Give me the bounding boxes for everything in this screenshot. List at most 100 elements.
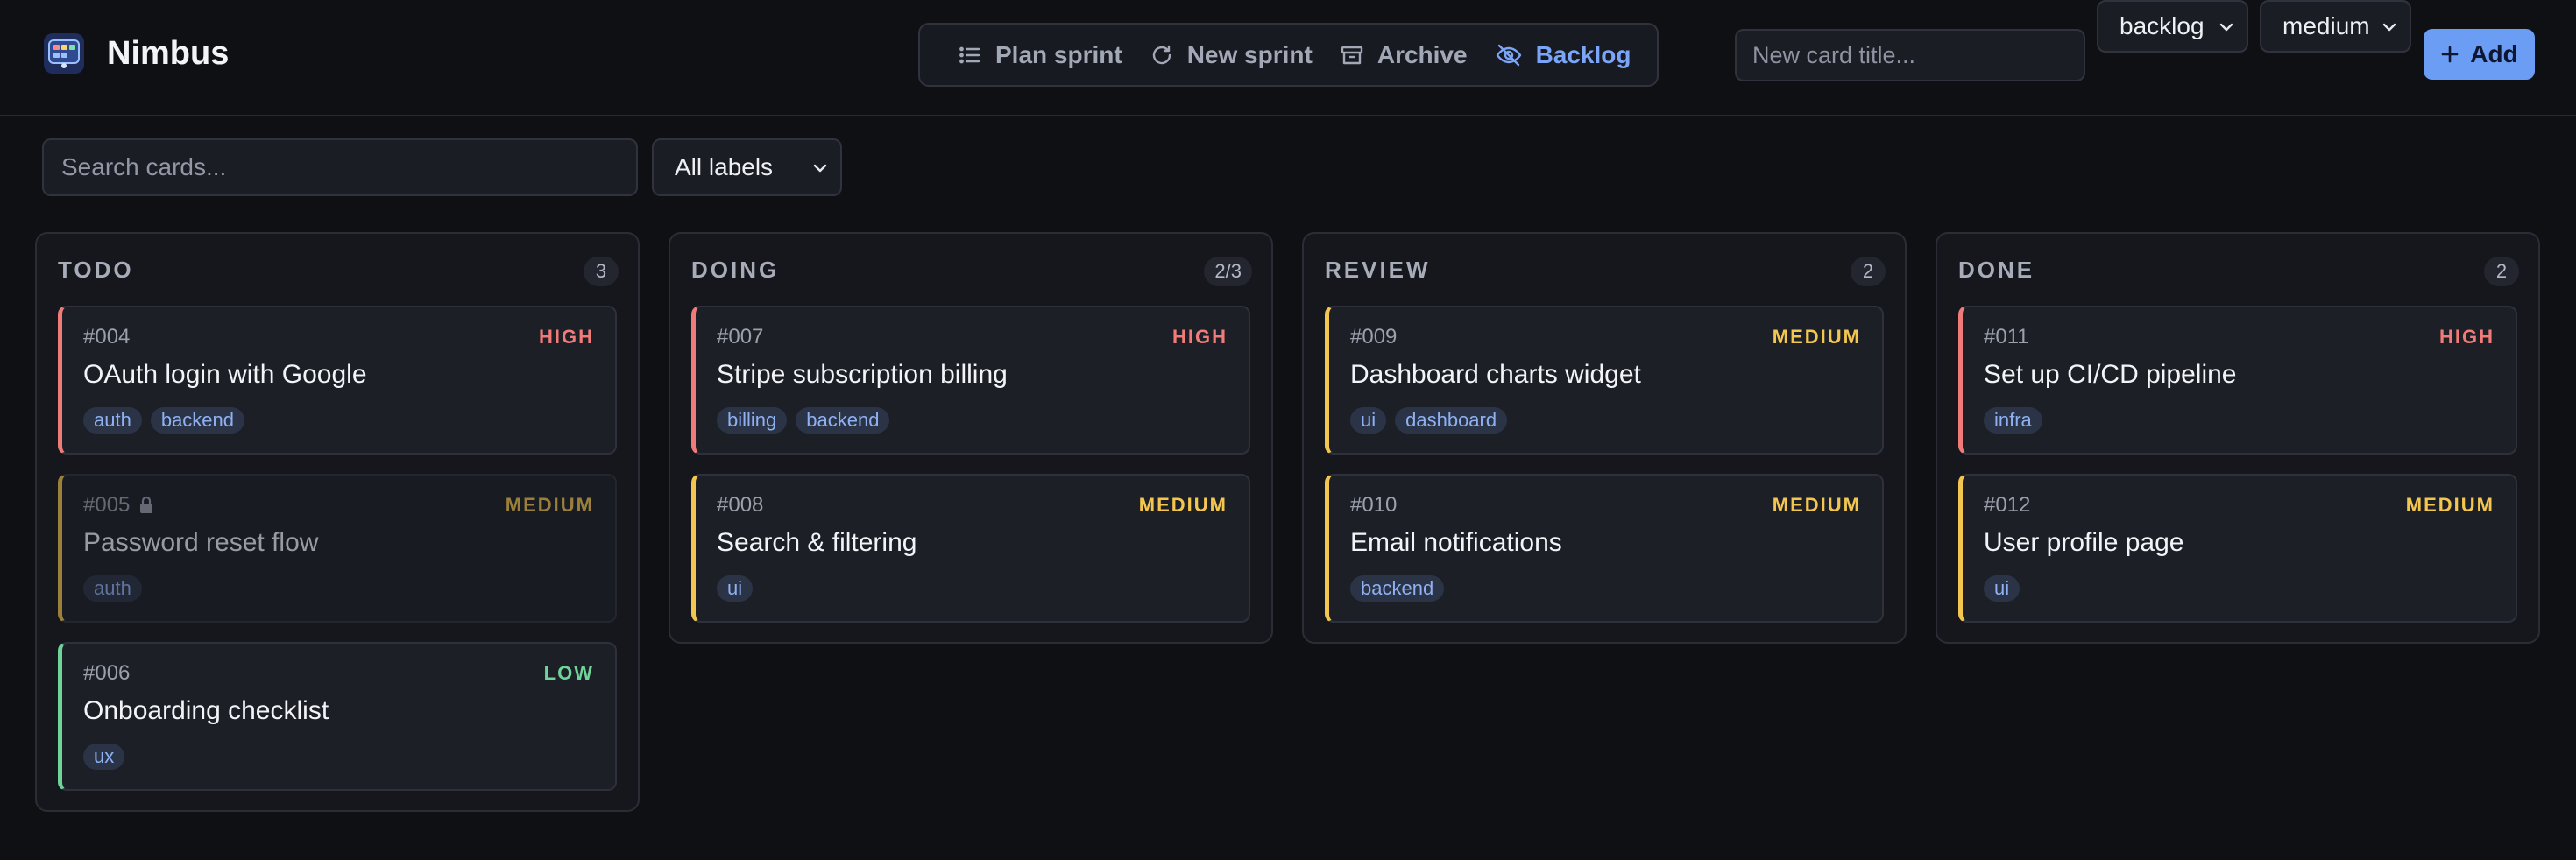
column-header: REVIEW 2: [1304, 234, 1905, 306]
search-cards-input[interactable]: [42, 138, 638, 196]
priority-badge: LOW: [543, 662, 594, 684]
column-todo: TODO 3 #004 HIGH OAuth login with Google auth…: [35, 232, 640, 812]
card[interactable]: #004 HIGH OAuth login with Google auth backe…: [58, 306, 617, 455]
card-id-text: #006: [83, 661, 131, 685]
priority-select-value: medium: [2282, 12, 2370, 39]
column-header: TODO 3: [37, 234, 638, 306]
card[interactable]: #006 LOW Onboarding checklist ux: [58, 642, 617, 791]
tag-label[interactable]: auth: [83, 407, 142, 434]
column-header: DOING 2/3: [670, 234, 1271, 306]
new-card-column-select[interactable]: backlog: [2097, 0, 2248, 53]
add-card-button[interactable]: Add: [2424, 29, 2535, 80]
priority-badge: MEDIUM: [2405, 494, 2495, 516]
tag-label[interactable]: ui: [1350, 407, 1387, 434]
card-title: User profile page: [1984, 528, 2184, 557]
card[interactable]: #007 HIGH Stripe subscription billing billi…: [691, 306, 1250, 455]
card-id: #007: [717, 325, 763, 349]
column-title: TODO: [58, 257, 134, 283]
new-sprint-button[interactable]: New sprint: [1136, 31, 1327, 80]
column-review: REVIEW 2 #009 MEDIUM Dashboard charts widget…: [1302, 232, 1907, 644]
card-id: #009: [1350, 325, 1397, 349]
priority-badge: MEDIUM: [1138, 494, 1228, 516]
tag-label[interactable]: billing: [717, 407, 788, 434]
card-title: Dashboard charts widget: [1350, 360, 1641, 389]
archive-icon: [1341, 46, 1363, 64]
card-title: OAuth login with Google: [83, 360, 367, 389]
top-bar: Nimbus Plan sprint New sprint Archive Ba…: [0, 0, 2576, 116]
backlog-label: Backlog: [1535, 40, 1631, 68]
tag-label[interactable]: backend: [796, 407, 890, 434]
tag-label[interactable]: backend: [1350, 575, 1445, 602]
card-tags: ui dashboard: [1350, 407, 1516, 434]
card-title: Set up CI/CD pipeline: [1984, 360, 2237, 389]
card-title: Email notifications: [1350, 528, 1562, 557]
column-count-badge: 2: [1851, 257, 1886, 286]
card-id: #011: [1984, 325, 2029, 349]
column-select-value: backlog: [2120, 12, 2204, 39]
card[interactable]: #005 MEDIUM Password reset flow auth: [58, 474, 617, 623]
sprint-toolbar: Plan sprint New sprint Archive Backlog: [918, 23, 1659, 87]
card-id-text: #007: [717, 325, 764, 349]
column-title: REVIEW: [1325, 257, 1431, 283]
tag-label[interactable]: infra: [1984, 407, 2042, 434]
card-tags: backend: [1350, 575, 1453, 602]
tag-label[interactable]: ui: [1984, 575, 2020, 602]
archive-button[interactable]: Archive: [1327, 31, 1482, 80]
column-title: DONE: [1958, 257, 2035, 283]
card-id-text: #004: [83, 325, 131, 349]
card-id-text: #011: [1984, 325, 2029, 349]
card-title: Onboarding checklist: [83, 696, 329, 725]
logo-icon: [44, 33, 84, 74]
tag-label[interactable]: ux: [83, 744, 125, 770]
tag-label[interactable]: auth: [83, 575, 142, 602]
app-name: Nimbus: [107, 34, 230, 72]
new-card-title-input[interactable]: [1735, 29, 2085, 81]
card-id-text: #005: [83, 493, 131, 517]
chevron-down-icon: [813, 164, 827, 173]
plus-icon: [2441, 46, 2459, 63]
new-sprint-label: New sprint: [1186, 40, 1313, 68]
labels-filter-select[interactable]: All labels: [652, 138, 842, 196]
tag-label[interactable]: ui: [717, 575, 754, 602]
card-title: Search & filtering: [717, 528, 917, 557]
column-title: DOING: [691, 257, 780, 283]
card[interactable]: #008 MEDIUM Search & filtering ui: [691, 474, 1250, 623]
card[interactable]: #010 MEDIUM Email notifications backend: [1325, 474, 1884, 623]
card-id-text: #009: [1350, 325, 1398, 349]
refresh-icon: [1152, 45, 1171, 64]
card[interactable]: #011 HIGH Set up CI/CD pipeline infra: [1958, 306, 2517, 455]
column-doing: DOING 2/3 #007 HIGH Stripe subscription bill…: [669, 232, 1273, 644]
card-tags: ui: [717, 575, 761, 602]
card-id: #006: [83, 661, 130, 686]
tag-label[interactable]: backend: [150, 407, 245, 434]
chevron-down-icon: [2382, 23, 2396, 32]
priority-badge: HIGH: [539, 326, 594, 348]
card-id: #004: [83, 325, 130, 349]
backlog-toggle-button[interactable]: Backlog: [1482, 31, 1645, 80]
card-tags: ui: [1984, 575, 2028, 602]
column-count-badge: 2/3: [1204, 257, 1252, 286]
card-tags: auth: [83, 575, 151, 602]
column-header: DONE 2: [1937, 234, 2538, 306]
new-card-priority-select[interactable]: medium: [2260, 0, 2411, 53]
tag-label[interactable]: dashboard: [1395, 407, 1508, 434]
labels-filter-value: All labels: [675, 153, 774, 180]
card-id: #008: [717, 493, 763, 518]
list-icon: [959, 46, 980, 63]
card-tags: auth backend: [83, 407, 253, 434]
eye-off-icon: [1496, 44, 1521, 66]
card[interactable]: #009 MEDIUM Dashboard charts widget ui dashb…: [1325, 306, 1884, 455]
card-id: #012: [1984, 493, 2030, 518]
chevron-down-icon: [2219, 23, 2233, 32]
lock-icon: [140, 496, 153, 513]
card-id-text: #010: [1350, 493, 1398, 517]
add-label: Add: [2470, 40, 2518, 67]
priority-badge: MEDIUM: [1772, 494, 1861, 516]
plan-sprint-button[interactable]: Plan sprint: [945, 31, 1136, 80]
card-tags: ux: [83, 744, 133, 770]
brand[interactable]: Nimbus: [44, 33, 229, 74]
card-id-text: #012: [1984, 493, 2031, 517]
archive-label: Archive: [1376, 40, 1468, 68]
card[interactable]: #012 MEDIUM User profile page ui: [1958, 474, 2517, 623]
priority-badge: HIGH: [1172, 326, 1228, 348]
